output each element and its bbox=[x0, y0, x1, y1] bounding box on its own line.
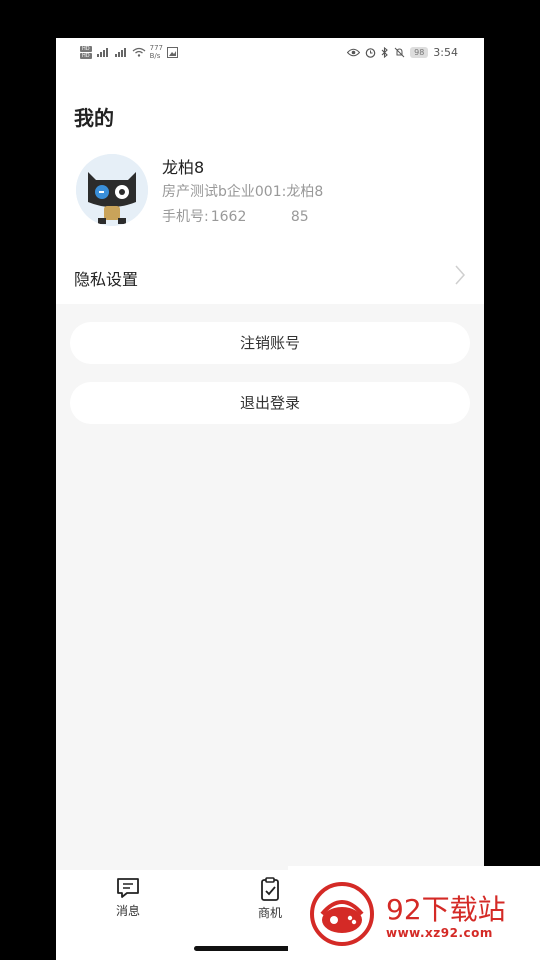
gamepad-logo-icon bbox=[310, 882, 374, 946]
tab-messages[interactable]: 消息 bbox=[98, 876, 158, 919]
privacy-settings-label: 隐私设置 bbox=[74, 270, 139, 289]
sim1-badge: HD bbox=[80, 45, 92, 52]
signal-icon bbox=[96, 48, 108, 57]
sim-indicators: HD HD bbox=[80, 45, 92, 59]
avatar-cat-icon bbox=[76, 154, 148, 226]
clipboard-check-icon bbox=[261, 877, 279, 901]
logout-button[interactable]: 退出登录 bbox=[70, 382, 470, 424]
bluetooth-icon bbox=[381, 47, 388, 58]
phone-label: 手机号: bbox=[162, 209, 209, 225]
user-phone: 手机号: 1662 85 bbox=[162, 206, 309, 226]
avatar[interactable] bbox=[76, 154, 148, 226]
user-company: 房产测试b企业001:龙柏8 bbox=[162, 184, 324, 200]
watermark-title: 92下载站 bbox=[386, 893, 506, 926]
tab-messages-label: 消息 bbox=[115, 904, 140, 918]
actions-panel: 注销账号 退出登录 bbox=[56, 304, 484, 870]
wifi-icon bbox=[132, 47, 146, 57]
status-time: 3:54 bbox=[433, 46, 458, 59]
watermark-url: www.xz92.com bbox=[386, 926, 493, 940]
page-title: 我的 bbox=[74, 106, 114, 130]
status-right: 98 3:54 bbox=[347, 46, 458, 59]
alarm-icon bbox=[365, 48, 376, 58]
user-name: 龙柏8 bbox=[162, 158, 205, 177]
net-speed-unit: B/s bbox=[149, 52, 161, 60]
status-bar: HD HD 777 B/s 98 3:54 bbox=[56, 38, 484, 72]
battery-indicator: 98 bbox=[410, 47, 429, 58]
net-speed-value: 777 bbox=[149, 44, 163, 52]
net-speed: 777 B/s bbox=[150, 44, 163, 60]
privacy-settings-row[interactable]: 隐私设置 bbox=[56, 252, 484, 304]
message-icon bbox=[117, 878, 139, 898]
tab-opportunities-label: 商机 bbox=[257, 906, 282, 920]
gallery-icon bbox=[167, 46, 178, 58]
phone-value: 1662 85 bbox=[210, 209, 309, 225]
signal-2-icon bbox=[114, 48, 126, 57]
cancel-account-button[interactable]: 注销账号 bbox=[70, 322, 470, 364]
eye-icon bbox=[347, 48, 361, 57]
mute-icon bbox=[394, 47, 405, 58]
phone-screen: HD HD 777 B/s 98 3:54 我的 龙柏8 房产测试b企业001:… bbox=[56, 38, 484, 960]
chevron-right-icon bbox=[455, 265, 466, 285]
status-left: HD HD 777 B/s bbox=[80, 44, 178, 60]
sim2-badge: HD bbox=[80, 52, 92, 59]
watermark: 92下载站 www.xz92.com bbox=[288, 866, 540, 960]
